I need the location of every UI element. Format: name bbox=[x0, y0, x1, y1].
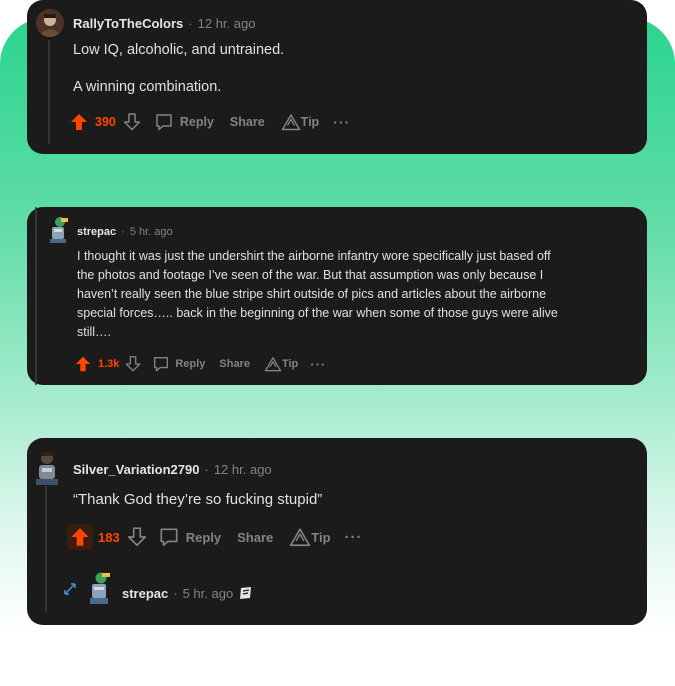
separator-dot: · bbox=[121, 226, 125, 238]
downvote-arrow-icon bbox=[123, 113, 141, 131]
vote-score: 183 bbox=[98, 529, 120, 545]
reply-label: Reply bbox=[185, 529, 222, 545]
reply-bubble-icon bbox=[156, 114, 172, 131]
reply-bubble-icon bbox=[160, 528, 178, 547]
tip-triangle-icon bbox=[264, 357, 282, 372]
downvote-arrow-icon bbox=[125, 356, 141, 372]
share-label: Share bbox=[229, 115, 265, 129]
user-avatar[interactable] bbox=[32, 449, 62, 485]
tip-label: Tip bbox=[311, 529, 331, 545]
user-avatar[interactable] bbox=[45, 215, 71, 243]
tip-label: Tip bbox=[281, 358, 299, 370]
share-button[interactable]: Share bbox=[219, 358, 250, 370]
separator-dot: · bbox=[204, 462, 209, 477]
comment-line: the photos and footage I’ve seen of the … bbox=[77, 268, 544, 282]
thread-line[interactable] bbox=[48, 40, 50, 144]
comment-card: strepac · 5 hr. ago I thought it was jus… bbox=[27, 207, 647, 385]
reply-meta: strepac · 5 hr. ago bbox=[122, 585, 254, 601]
reply-button[interactable]: Reply bbox=[158, 526, 221, 548]
share-button[interactable]: Share bbox=[230, 115, 265, 129]
comment-meta: RallyToTheColors · 12 hr. ago bbox=[73, 16, 255, 31]
tip-button[interactable]: Tip bbox=[264, 356, 298, 372]
upvote-arrow-icon bbox=[71, 114, 87, 130]
timestamp[interactable]: 5 hr. ago bbox=[130, 226, 173, 238]
reply-label: Reply bbox=[179, 115, 214, 129]
tip-label: Tip bbox=[300, 115, 320, 129]
award-icon bbox=[238, 585, 254, 601]
username[interactable]: RallyToTheColors bbox=[73, 16, 183, 31]
share-label: Share bbox=[237, 529, 274, 545]
upvote-button[interactable] bbox=[69, 112, 89, 132]
tip-triangle-icon bbox=[290, 528, 311, 547]
tip-button[interactable]: Tip bbox=[281, 113, 320, 131]
user-avatar[interactable] bbox=[36, 9, 64, 37]
tip-button[interactable]: Tip bbox=[289, 527, 331, 547]
more-options-icon[interactable]: ··· bbox=[345, 529, 363, 546]
separator-dot: · bbox=[188, 16, 193, 31]
upvote-button[interactable] bbox=[74, 355, 92, 373]
comment-card: RallyToTheColors · 12 hr. ago Low IQ, al… bbox=[27, 0, 647, 154]
comment-line: special forces….. back in the beginning … bbox=[77, 306, 558, 320]
reply-bubble-icon bbox=[154, 357, 169, 372]
comment-line: haven’t really seen the blue stripe shir… bbox=[77, 287, 547, 301]
comment-actions: 390 Reply Share Tip ··· bbox=[69, 112, 350, 132]
comment-line: still…. bbox=[77, 325, 112, 339]
comment-actions: 1.3k Reply Share Tip ··· bbox=[74, 355, 326, 373]
more-options-icon[interactable]: ··· bbox=[333, 114, 350, 130]
reply-timestamp[interactable]: 5 hr. ago bbox=[183, 586, 234, 601]
reply-user-avatar[interactable] bbox=[85, 570, 113, 604]
comment-card: Silver_Variation2790 · 12 hr. ago “Thank… bbox=[27, 438, 647, 625]
comment-line: I thought it was just the undershirt the… bbox=[77, 249, 551, 263]
vote-score: 390 bbox=[95, 115, 116, 129]
upvote-button[interactable] bbox=[67, 524, 93, 550]
reply-button[interactable]: Reply bbox=[154, 112, 214, 132]
share-label: Share bbox=[219, 358, 250, 370]
downvote-button[interactable] bbox=[126, 526, 148, 548]
upvote-arrow-icon bbox=[71, 528, 89, 546]
upvote-arrow-icon bbox=[75, 356, 91, 372]
share-button[interactable]: Share bbox=[237, 530, 273, 545]
tip-triangle-icon bbox=[281, 114, 300, 131]
comment-line: A winning combination. bbox=[73, 79, 222, 95]
thread-line[interactable] bbox=[45, 486, 47, 613]
reply-label: Reply bbox=[175, 358, 206, 370]
expand-thread-icon[interactable] bbox=[63, 582, 77, 601]
comment-line: “Thank God they’re so fucking stupid” bbox=[73, 491, 323, 508]
comment-actions: 183 Reply Share Tip ··· bbox=[67, 524, 363, 550]
separator-dot: · bbox=[173, 585, 178, 601]
comment-line: Low IQ, alcoholic, and untrained. bbox=[73, 42, 285, 58]
timestamp[interactable]: 12 hr. ago bbox=[198, 16, 256, 31]
reply-button[interactable]: Reply bbox=[152, 355, 205, 373]
downvote-button[interactable] bbox=[122, 112, 142, 132]
username[interactable]: Silver_Variation2790 bbox=[73, 462, 199, 477]
username[interactable]: strepac bbox=[77, 226, 116, 238]
reply-username[interactable]: strepac bbox=[122, 586, 168, 601]
more-options-icon[interactable]: ··· bbox=[310, 357, 326, 372]
downvote-arrow-icon bbox=[127, 527, 146, 547]
comment-meta: Silver_Variation2790 · 12 hr. ago bbox=[73, 462, 272, 477]
timestamp[interactable]: 12 hr. ago bbox=[214, 462, 272, 477]
vote-score: 1.3k bbox=[98, 358, 120, 370]
thread-line[interactable] bbox=[35, 207, 37, 385]
downvote-button[interactable] bbox=[124, 355, 142, 373]
comment-meta: strepac · 5 hr. ago bbox=[77, 226, 173, 238]
